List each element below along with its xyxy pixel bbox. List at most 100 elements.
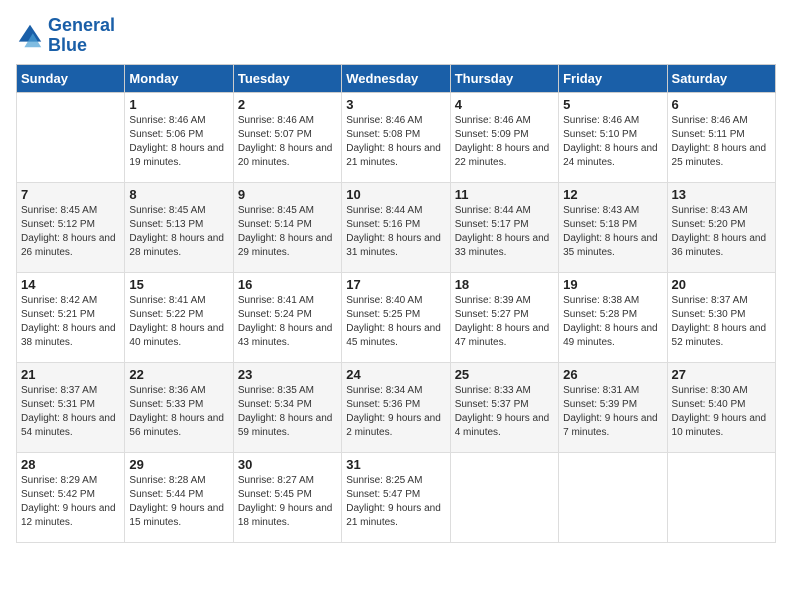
logo: General Blue [16,16,115,56]
calendar-cell: 2 Sunrise: 8:46 AMSunset: 5:07 PMDayligh… [233,92,341,182]
day-number: 14 [21,277,120,292]
calendar-cell: 24 Sunrise: 8:34 AMSunset: 5:36 PMDaylig… [342,362,450,452]
day-info: Sunrise: 8:41 AMSunset: 5:24 PMDaylight:… [238,294,337,350]
day-info: Sunrise: 8:44 AMSunset: 5:17 PMDaylight:… [455,204,554,260]
calendar-cell: 6 Sunrise: 8:46 AMSunset: 5:11 PMDayligh… [667,92,775,182]
day-info: Sunrise: 8:35 AMSunset: 5:34 PMDaylight:… [238,384,337,440]
day-number: 30 [238,457,337,472]
day-header-friday: Friday [559,64,667,92]
day-number: 13 [672,187,771,202]
day-info: Sunrise: 8:43 AMSunset: 5:18 PMDaylight:… [563,204,662,260]
day-info: Sunrise: 8:46 AMSunset: 5:10 PMDaylight:… [563,114,662,170]
calendar-cell: 20 Sunrise: 8:37 AMSunset: 5:30 PMDaylig… [667,272,775,362]
calendar-cell: 11 Sunrise: 8:44 AMSunset: 5:17 PMDaylig… [450,182,558,272]
calendar-cell: 19 Sunrise: 8:38 AMSunset: 5:28 PMDaylig… [559,272,667,362]
day-header-thursday: Thursday [450,64,558,92]
day-number: 10 [346,187,445,202]
calendar-cell: 25 Sunrise: 8:33 AMSunset: 5:37 PMDaylig… [450,362,558,452]
calendar-cell: 16 Sunrise: 8:41 AMSunset: 5:24 PMDaylig… [233,272,341,362]
day-header-saturday: Saturday [667,64,775,92]
calendar-cell: 4 Sunrise: 8:46 AMSunset: 5:09 PMDayligh… [450,92,558,182]
day-info: Sunrise: 8:46 AMSunset: 5:06 PMDaylight:… [129,114,228,170]
day-number: 15 [129,277,228,292]
day-info: Sunrise: 8:41 AMSunset: 5:22 PMDaylight:… [129,294,228,350]
day-info: Sunrise: 8:44 AMSunset: 5:16 PMDaylight:… [346,204,445,260]
day-number: 29 [129,457,228,472]
day-number: 3 [346,97,445,112]
calendar-cell [17,92,125,182]
calendar-cell: 9 Sunrise: 8:45 AMSunset: 5:14 PMDayligh… [233,182,341,272]
day-info: Sunrise: 8:37 AMSunset: 5:31 PMDaylight:… [21,384,120,440]
day-info: Sunrise: 8:36 AMSunset: 5:33 PMDaylight:… [129,384,228,440]
day-number: 31 [346,457,445,472]
day-number: 22 [129,367,228,382]
day-number: 26 [563,367,662,382]
calendar-cell: 30 Sunrise: 8:27 AMSunset: 5:45 PMDaylig… [233,452,341,542]
calendar-cell: 18 Sunrise: 8:39 AMSunset: 5:27 PMDaylig… [450,272,558,362]
day-info: Sunrise: 8:28 AMSunset: 5:44 PMDaylight:… [129,474,228,530]
calendar-cell [450,452,558,542]
day-number: 8 [129,187,228,202]
day-number: 16 [238,277,337,292]
calendar-cell: 26 Sunrise: 8:31 AMSunset: 5:39 PMDaylig… [559,362,667,452]
calendar-cell: 27 Sunrise: 8:30 AMSunset: 5:40 PMDaylig… [667,362,775,452]
day-info: Sunrise: 8:33 AMSunset: 5:37 PMDaylight:… [455,384,554,440]
day-info: Sunrise: 8:25 AMSunset: 5:47 PMDaylight:… [346,474,445,530]
day-info: Sunrise: 8:38 AMSunset: 5:28 PMDaylight:… [563,294,662,350]
day-info: Sunrise: 8:45 AMSunset: 5:13 PMDaylight:… [129,204,228,260]
day-number: 28 [21,457,120,472]
day-info: Sunrise: 8:29 AMSunset: 5:42 PMDaylight:… [21,474,120,530]
calendar-cell: 10 Sunrise: 8:44 AMSunset: 5:16 PMDaylig… [342,182,450,272]
calendar-cell: 3 Sunrise: 8:46 AMSunset: 5:08 PMDayligh… [342,92,450,182]
day-number: 7 [21,187,120,202]
day-number: 18 [455,277,554,292]
day-info: Sunrise: 8:46 AMSunset: 5:09 PMDaylight:… [455,114,554,170]
calendar-cell: 12 Sunrise: 8:43 AMSunset: 5:18 PMDaylig… [559,182,667,272]
day-info: Sunrise: 8:46 AMSunset: 5:11 PMDaylight:… [672,114,771,170]
logo-icon [16,22,44,50]
calendar-cell: 1 Sunrise: 8:46 AMSunset: 5:06 PMDayligh… [125,92,233,182]
day-info: Sunrise: 8:42 AMSunset: 5:21 PMDaylight:… [21,294,120,350]
logo-text: General Blue [48,16,115,56]
day-number: 21 [21,367,120,382]
day-info: Sunrise: 8:45 AMSunset: 5:14 PMDaylight:… [238,204,337,260]
day-number: 2 [238,97,337,112]
day-number: 20 [672,277,771,292]
day-info: Sunrise: 8:39 AMSunset: 5:27 PMDaylight:… [455,294,554,350]
day-info: Sunrise: 8:40 AMSunset: 5:25 PMDaylight:… [346,294,445,350]
day-number: 11 [455,187,554,202]
calendar-table: SundayMondayTuesdayWednesdayThursdayFrid… [16,64,776,543]
calendar-cell [559,452,667,542]
day-header-sunday: Sunday [17,64,125,92]
day-info: Sunrise: 8:27 AMSunset: 5:45 PMDaylight:… [238,474,337,530]
calendar-cell: 28 Sunrise: 8:29 AMSunset: 5:42 PMDaylig… [17,452,125,542]
calendar-cell: 15 Sunrise: 8:41 AMSunset: 5:22 PMDaylig… [125,272,233,362]
day-info: Sunrise: 8:31 AMSunset: 5:39 PMDaylight:… [563,384,662,440]
day-number: 6 [672,97,771,112]
day-header-monday: Monday [125,64,233,92]
calendar-cell: 14 Sunrise: 8:42 AMSunset: 5:21 PMDaylig… [17,272,125,362]
calendar-cell [667,452,775,542]
day-number: 12 [563,187,662,202]
calendar-cell: 31 Sunrise: 8:25 AMSunset: 5:47 PMDaylig… [342,452,450,542]
day-number: 9 [238,187,337,202]
day-number: 17 [346,277,445,292]
day-number: 1 [129,97,228,112]
day-number: 25 [455,367,554,382]
calendar-cell: 8 Sunrise: 8:45 AMSunset: 5:13 PMDayligh… [125,182,233,272]
calendar-cell: 5 Sunrise: 8:46 AMSunset: 5:10 PMDayligh… [559,92,667,182]
day-info: Sunrise: 8:34 AMSunset: 5:36 PMDaylight:… [346,384,445,440]
day-info: Sunrise: 8:46 AMSunset: 5:07 PMDaylight:… [238,114,337,170]
day-info: Sunrise: 8:46 AMSunset: 5:08 PMDaylight:… [346,114,445,170]
day-number: 19 [563,277,662,292]
day-number: 4 [455,97,554,112]
calendar-cell: 7 Sunrise: 8:45 AMSunset: 5:12 PMDayligh… [17,182,125,272]
calendar-cell: 23 Sunrise: 8:35 AMSunset: 5:34 PMDaylig… [233,362,341,452]
day-info: Sunrise: 8:43 AMSunset: 5:20 PMDaylight:… [672,204,771,260]
day-header-wednesday: Wednesday [342,64,450,92]
day-info: Sunrise: 8:30 AMSunset: 5:40 PMDaylight:… [672,384,771,440]
day-number: 27 [672,367,771,382]
page-header: General Blue [16,16,776,56]
day-number: 24 [346,367,445,382]
calendar-cell: 22 Sunrise: 8:36 AMSunset: 5:33 PMDaylig… [125,362,233,452]
